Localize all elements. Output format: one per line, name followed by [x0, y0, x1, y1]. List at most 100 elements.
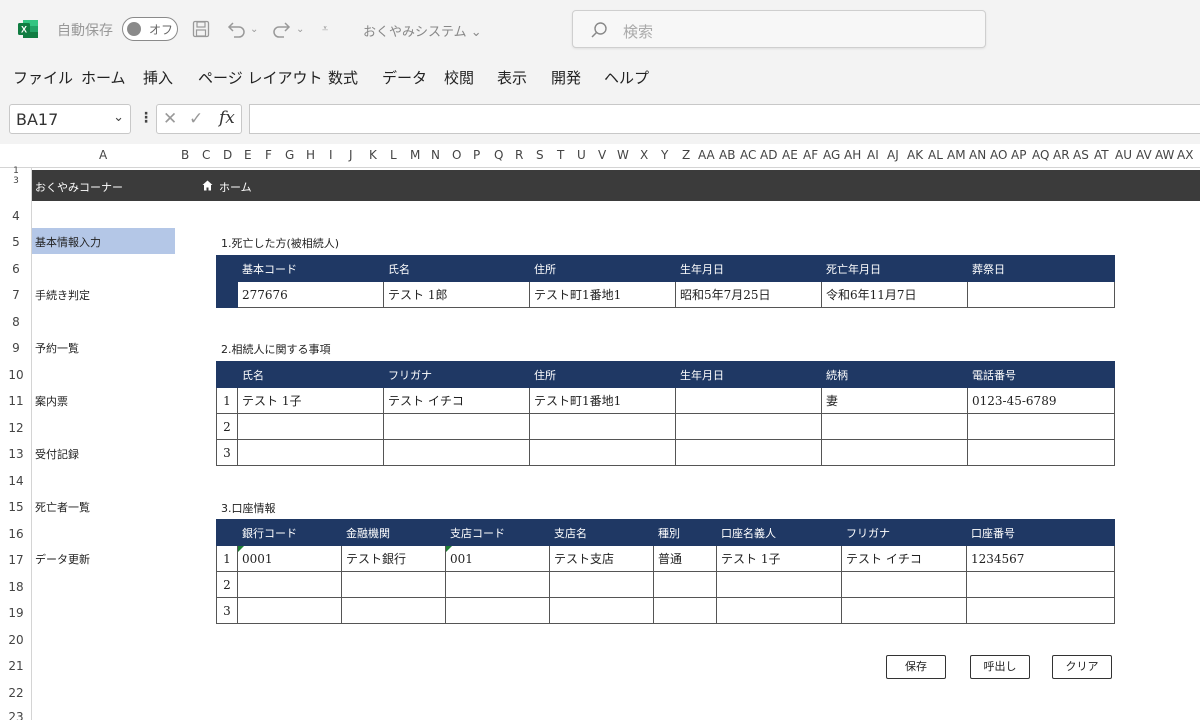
row-header[interactable]: 12 — [0, 421, 32, 435]
menu-page-layout[interactable]: ページ レイアウト — [198, 67, 322, 88]
branch-code-cell[interactable] — [445, 571, 550, 598]
column-header[interactable]: B — [181, 148, 189, 162]
column-header[interactable]: Y — [661, 148, 668, 162]
row-header[interactable]: 19 — [0, 606, 32, 620]
name-cell[interactable]: テスト 1郎 — [383, 281, 530, 308]
column-header[interactable]: AH — [844, 148, 861, 162]
row-header[interactable]: 7 — [0, 288, 32, 302]
column-header[interactable]: R — [515, 148, 523, 162]
column-header[interactable]: AV — [1136, 148, 1152, 162]
heir-name-cell[interactable]: テスト 1子 — [237, 387, 384, 414]
row-header[interactable]: 15 — [0, 500, 32, 514]
save-icon[interactable] — [191, 17, 211, 41]
heir-phone-cell[interactable] — [967, 439, 1115, 466]
column-header[interactable]: AW — [1155, 148, 1174, 162]
menu-developer[interactable]: 開発 — [551, 67, 581, 88]
column-header[interactable]: AT — [1094, 148, 1109, 162]
column-header[interactable]: AU — [1115, 148, 1132, 162]
column-header[interactable]: T — [557, 148, 564, 162]
column-header[interactable]: AR — [1053, 148, 1070, 162]
column-header[interactable]: Q — [494, 148, 503, 162]
column-header[interactable]: A — [99, 148, 107, 162]
column-header[interactable]: AP — [1011, 148, 1026, 162]
insert-function-icon[interactable]: fx — [219, 108, 235, 128]
row-header[interactable]: 3 — [0, 176, 32, 186]
account-type-cell[interactable] — [653, 597, 717, 624]
death-date-cell[interactable]: 令和6年11月7日 — [821, 281, 968, 308]
column-header[interactable]: AG — [823, 148, 840, 162]
chevron-down-icon[interactable]: ⌄ — [113, 110, 124, 125]
row-header[interactable]: 11 — [0, 394, 32, 408]
row-header[interactable]: 17 — [0, 553, 32, 567]
menu-help[interactable]: ヘルプ — [604, 67, 649, 88]
row-header[interactable]: 18 — [0, 580, 32, 594]
column-header[interactable]: D — [223, 148, 232, 162]
row-header[interactable]: 14 — [0, 474, 32, 488]
undo-dropdown-chevron-icon[interactable]: ⌄ — [250, 17, 258, 41]
column-header[interactable]: M — [410, 148, 420, 162]
heir-name-cell[interactable] — [237, 439, 384, 466]
column-header[interactable]: AI — [867, 148, 879, 162]
menu-home[interactable]: ホーム — [81, 67, 126, 88]
column-header[interactable]: AF — [803, 148, 818, 162]
home-icon[interactable] — [202, 180, 213, 191]
search-box[interactable]: 検索 — [572, 10, 986, 48]
name-box[interactable]: BA17 ⌄ — [9, 104, 131, 134]
clear-button[interactable]: クリア — [1052, 655, 1112, 679]
column-header[interactable]: AQ — [1032, 148, 1049, 162]
heir-address-cell[interactable] — [529, 413, 676, 440]
address-cell[interactable]: テスト町1番地1 — [529, 281, 676, 308]
nav-deceased-list[interactable]: 死亡者一覧 — [32, 493, 175, 519]
column-header[interactable]: AA — [698, 148, 715, 162]
bank-code-cell[interactable]: 0001 — [237, 545, 342, 572]
menu-formulas[interactable]: 数式 — [328, 67, 358, 88]
column-header[interactable]: AS — [1073, 148, 1089, 162]
column-header[interactable]: E — [244, 148, 252, 162]
basic-code-cell[interactable]: 277676 — [237, 281, 384, 308]
redo-icon[interactable] — [271, 17, 293, 41]
heir-phone-cell[interactable] — [967, 413, 1115, 440]
heir-address-cell[interactable]: テスト町1番地1 — [529, 387, 676, 414]
column-header[interactable]: Z — [682, 148, 690, 162]
funeral-date-cell[interactable] — [967, 281, 1115, 308]
menu-review[interactable]: 校閲 — [444, 67, 474, 88]
home-link[interactable]: ホーム — [219, 179, 252, 195]
more-options-icon[interactable]: ⋮ — [139, 110, 153, 126]
heir-relation-cell[interactable]: 妻 — [821, 387, 968, 414]
row-header[interactable]: 1 — [0, 166, 32, 176]
row-header[interactable]: 5 — [0, 235, 32, 249]
undo-icon[interactable] — [225, 17, 247, 41]
account-number-cell[interactable] — [966, 597, 1115, 624]
document-title[interactable]: おくやみシステム ⌄ — [363, 21, 482, 40]
cancel-icon[interactable]: ✕ — [163, 109, 177, 129]
column-header[interactable]: AC — [740, 148, 756, 162]
account-number-cell[interactable]: 1234567 — [966, 545, 1115, 572]
column-header[interactable]: AB — [719, 148, 735, 162]
heir-birth-date-cell[interactable] — [675, 387, 822, 414]
row-header[interactable]: 9 — [0, 341, 32, 355]
column-header[interactable]: O — [452, 148, 461, 162]
column-header[interactable]: AO — [990, 148, 1007, 162]
column-header[interactable]: F — [265, 148, 272, 162]
branch-name-cell[interactable] — [549, 597, 654, 624]
heir-phone-cell[interactable]: 0123-45-6789 — [967, 387, 1115, 414]
row-header[interactable]: 10 — [0, 368, 32, 382]
account-holder-cell[interactable] — [716, 597, 842, 624]
formula-input[interactable] — [249, 104, 1200, 134]
column-header[interactable]: AK — [907, 148, 923, 162]
heir-birth-date-cell[interactable] — [675, 413, 822, 440]
column-header[interactable]: V — [598, 148, 606, 162]
redo-dropdown-chevron-icon[interactable]: ⌄ — [296, 17, 304, 41]
row-header[interactable]: 23 — [0, 710, 32, 720]
column-header[interactable]: AL — [928, 148, 943, 162]
column-header[interactable]: P — [473, 148, 480, 162]
column-header[interactable]: G — [285, 148, 294, 162]
autosave-toggle[interactable]: オフ — [122, 17, 178, 41]
account-holder-kana-cell[interactable]: テスト イチコ — [841, 545, 967, 572]
column-header[interactable]: U — [577, 148, 586, 162]
heir-relation-cell[interactable] — [821, 439, 968, 466]
column-header[interactable]: AX — [1177, 148, 1193, 162]
column-header[interactable]: AN — [969, 148, 986, 162]
birth-date-cell[interactable]: 昭和5年7月25日 — [675, 281, 822, 308]
column-header[interactable]: K — [369, 148, 377, 162]
